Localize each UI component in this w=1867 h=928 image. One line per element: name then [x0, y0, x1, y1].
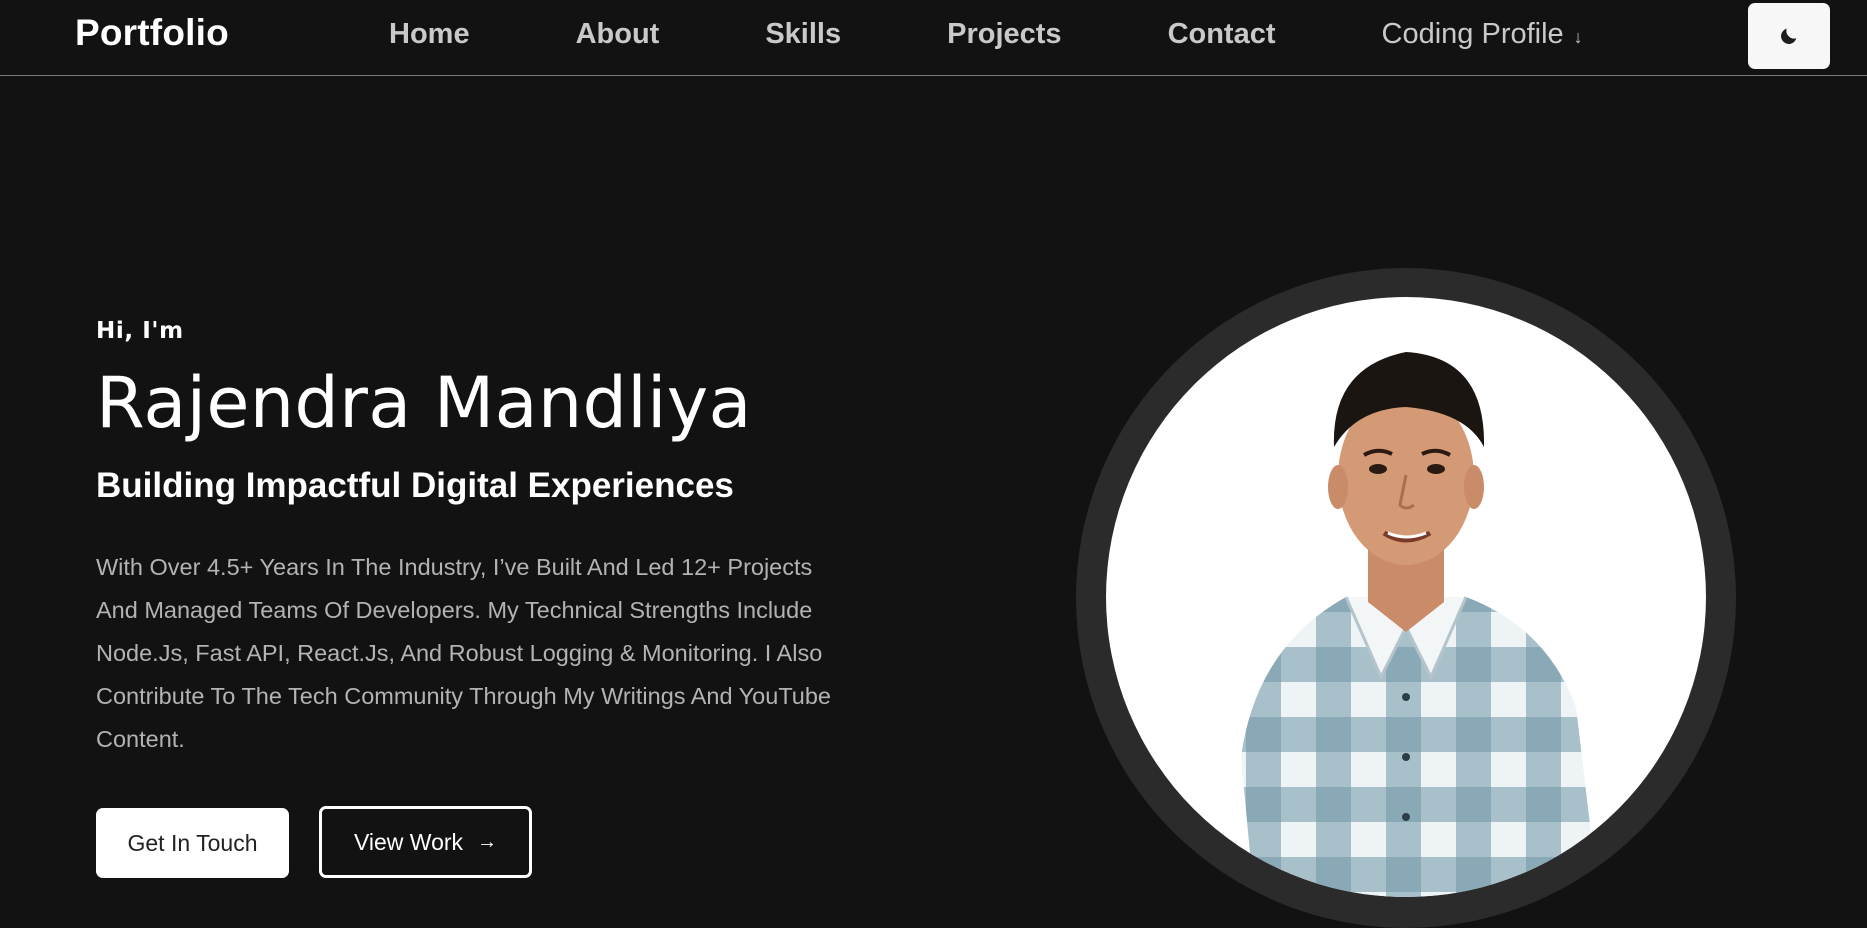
hero-tagline: Building Impactful Digital Experiences [96, 466, 734, 505]
moon-icon [1781, 28, 1797, 44]
nav-link-about[interactable]: About [576, 18, 660, 51]
arrow-right-icon: → [477, 830, 498, 853]
hero-name: Rajendra Mandliya [96, 362, 752, 444]
hero-greeting: Hi, I'm [96, 318, 184, 344]
theme-toggle-button[interactable] [1748, 3, 1830, 69]
nav-link-projects[interactable]: Projects [947, 18, 1061, 51]
navbar: Portfolio Home About Skills Projects Con… [0, 0, 1867, 76]
nav-links: Home About Skills Projects Contact Codin… [389, 18, 1583, 51]
hero-bio: With Over 4.5+ Years In The Industry, I’… [96, 554, 832, 752]
arrow-down-icon: ↓ [1573, 27, 1583, 47]
brand-logo[interactable]: Portfolio [75, 12, 229, 54]
nav-link-home[interactable]: Home [389, 18, 470, 51]
nav-link-contact[interactable]: Contact [1168, 18, 1276, 51]
nav-dropdown-coding-profile[interactable]: Coding Profile ↓ [1382, 18, 1583, 51]
view-work-button[interactable]: View Work → [319, 806, 532, 878]
profile-photo [1106, 297, 1706, 897]
get-in-touch-label: Get In Touch [127, 829, 258, 856]
nav-link-skills[interactable]: Skills [765, 18, 841, 51]
coding-profile-label: Coding Profile [1381, 18, 1564, 50]
view-work-label: View Work [353, 828, 464, 855]
profile-photo-illustration [1241, 352, 1599, 897]
get-in-touch-button[interactable]: Get In Touch [96, 808, 289, 878]
